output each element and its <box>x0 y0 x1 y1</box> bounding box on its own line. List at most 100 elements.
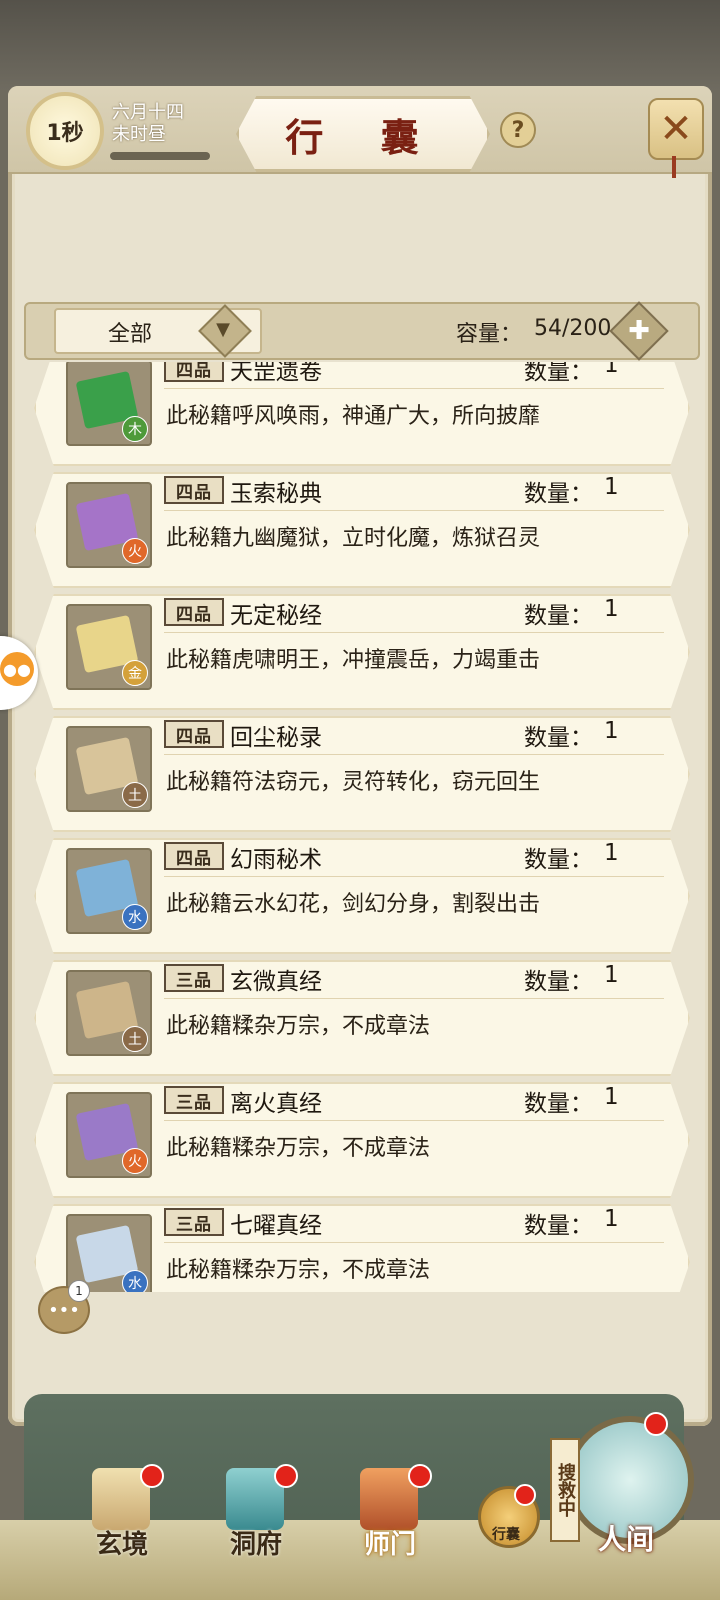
game-date: 六月十四 未时昼 <box>112 102 184 146</box>
item-name: 玉索秘典 <box>230 481 322 507</box>
item-name: 幻雨秘术 <box>230 847 322 873</box>
grade-tag: 三品 <box>164 1086 224 1114</box>
item-description: 此秘籍九幽魔狱，立时化魔，炼狱召灵 <box>166 526 541 551</box>
capacity-value: 54/200 <box>534 316 612 341</box>
quantity-value: 1 <box>604 962 619 988</box>
nav-shimen[interactable]: 师门 <box>330 1460 450 1580</box>
item-name: 离火真经 <box>230 1091 322 1117</box>
date-line-1: 六月十四 <box>112 102 184 123</box>
item-name: 回尘秘录 <box>230 725 322 751</box>
chevron-down-icon: ▼ <box>216 318 230 340</box>
element-badge: 火 <box>122 538 148 564</box>
quantity-label: 数量： <box>524 1091 593 1117</box>
grade-tag: 四品 <box>164 720 224 748</box>
element-badge: 木 <box>122 416 148 442</box>
list-item[interactable]: 土 三品 玄微真经 数量： 1 此秘籍糅杂万宗，不成章法 <box>34 960 690 1076</box>
item-description: 此秘籍云水幻花，剑幻分身，割裂出击 <box>166 892 541 917</box>
help-button[interactable]: ? <box>500 112 536 148</box>
nav-xuanjing[interactable]: 玄境 <box>62 1460 182 1580</box>
element-badge: 金 <box>122 660 148 686</box>
notification-dot <box>140 1464 164 1488</box>
item-description: 此秘籍符法窃元，灵符转化，窃元回生 <box>166 770 541 795</box>
item-icon[interactable]: 火 <box>66 482 152 568</box>
item-description: 此秘籍呼风唤雨，神通广大，所向披靡 <box>166 404 541 429</box>
close-button[interactable]: ✕ <box>648 98 704 160</box>
item-icon[interactable]: 土 <box>66 970 152 1056</box>
nav-label-renjian: 人间 <box>597 1523 654 1556</box>
date-line-2: 未时昼 <box>112 124 166 145</box>
quantity-value: 1 <box>604 362 619 378</box>
grade-tag: 三品 <box>164 1208 224 1236</box>
divider <box>164 754 664 755</box>
element-badge: 土 <box>122 1026 148 1052</box>
nav-label-dongfu: 洞府 <box>229 1530 282 1560</box>
category-selected: 全部 <box>108 322 153 347</box>
item-list[interactable]: 木 四品 天罡遗卷 数量： 1 此秘籍呼风唤雨，神通广大，所向披靡 火 四品 玉… <box>24 362 696 1292</box>
divider <box>164 510 664 511</box>
item-icon[interactable]: 木 <box>66 362 152 446</box>
divider <box>164 998 664 999</box>
notification-dot <box>408 1464 432 1488</box>
list-item[interactable]: 火 三品 离火真经 数量： 1 此秘籍糅杂万宗，不成章法 <box>34 1082 690 1198</box>
item-name: 天罡遗卷 <box>230 362 322 385</box>
quantity-label: 数量： <box>524 847 593 873</box>
title-plaque: 行 囊 <box>236 96 490 172</box>
nav-dongfu[interactable]: 洞府 <box>196 1460 316 1580</box>
grade-tag: 四品 <box>164 362 224 382</box>
item-description: 此秘籍虎啸明王，冲撞震岳，力竭重击 <box>166 648 541 673</box>
list-item[interactable]: 火 四品 玉索秘典 数量： 1 此秘籍九幽魔狱，立时化魔，炼狱召灵 <box>34 472 690 588</box>
item-name: 无定秘经 <box>230 603 322 629</box>
element-badge: 水 <box>122 904 148 930</box>
element-badge: 水 <box>122 1270 148 1292</box>
item-description: 此秘籍糅杂万宗，不成章法 <box>166 1136 431 1161</box>
list-item[interactable]: 土 四品 回尘秘录 数量： 1 此秘籍符法窃元，灵符转化，窃元回生 <box>34 716 690 832</box>
item-description: 此秘籍糅杂万宗，不成章法 <box>166 1258 431 1283</box>
capacity-label: 容量： <box>456 322 523 347</box>
divider <box>164 388 664 389</box>
chat-icon: ••• <box>48 1299 80 1321</box>
gamepad-icon[interactable]: ●● <box>0 652 34 686</box>
quantity-value: 1 <box>604 718 619 744</box>
quantity-label: 数量： <box>524 481 593 507</box>
item-icon[interactable]: 水 <box>66 848 152 934</box>
chat-unread-badge: 1 <box>68 1280 90 1302</box>
quantity-value: 1 <box>604 596 619 622</box>
notification-dot <box>274 1464 298 1488</box>
quantity-label: 数量： <box>524 603 593 629</box>
divider <box>164 632 664 633</box>
quantity-value: 1 <box>604 840 619 866</box>
quantity-label: 数量： <box>524 1213 593 1239</box>
plus-icon: ✚ <box>628 316 650 346</box>
notification-dot <box>644 1412 668 1436</box>
page-title: 行 囊 <box>285 114 441 160</box>
quantity-label: 数量： <box>524 362 593 385</box>
quantity-label: 数量： <box>524 969 593 995</box>
timer-badge: 1秒 <box>26 92 104 170</box>
close-icon: ✕ <box>659 106 693 152</box>
item-icon[interactable]: 金 <box>66 604 152 690</box>
element-badge: 火 <box>122 1148 148 1174</box>
timer-text: 1秒 <box>46 121 84 146</box>
item-icon[interactable]: 土 <box>66 726 152 812</box>
quantity-value: 1 <box>604 1084 619 1110</box>
time-progress-bar <box>110 152 210 160</box>
element-badge: 土 <box>122 782 148 808</box>
tassel-decoration <box>672 156 676 178</box>
list-item[interactable]: 水 四品 幻雨秘术 数量： 1 此秘籍云水幻花，剑幻分身，割裂出击 <box>34 838 690 954</box>
item-name: 玄微真经 <box>230 969 322 995</box>
notification-dot <box>514 1484 536 1506</box>
list-item[interactable]: 水 三品 七曜真经 数量： 1 此秘籍糅杂万宗，不成章法 <box>34 1204 690 1292</box>
grade-tag: 三品 <box>164 964 224 992</box>
list-item[interactable]: 金 四品 无定秘经 数量： 1 此秘籍虎啸明王，冲撞震岳，力竭重击 <box>34 594 690 710</box>
list-item[interactable]: 木 四品 天罡遗卷 数量： 1 此秘籍呼风唤雨，神通广大，所向披靡 <box>34 362 690 466</box>
grade-tag: 四品 <box>164 842 224 870</box>
divider <box>164 876 664 877</box>
top-background <box>0 0 720 90</box>
quantity-label: 数量： <box>524 725 593 751</box>
item-icon[interactable]: 火 <box>66 1092 152 1178</box>
item-name: 七曜真经 <box>230 1213 322 1239</box>
divider <box>164 1120 664 1121</box>
nav-label-shimen: 师门 <box>363 1530 416 1560</box>
grade-tag: 四品 <box>164 598 224 626</box>
grade-tag: 四品 <box>164 476 224 504</box>
